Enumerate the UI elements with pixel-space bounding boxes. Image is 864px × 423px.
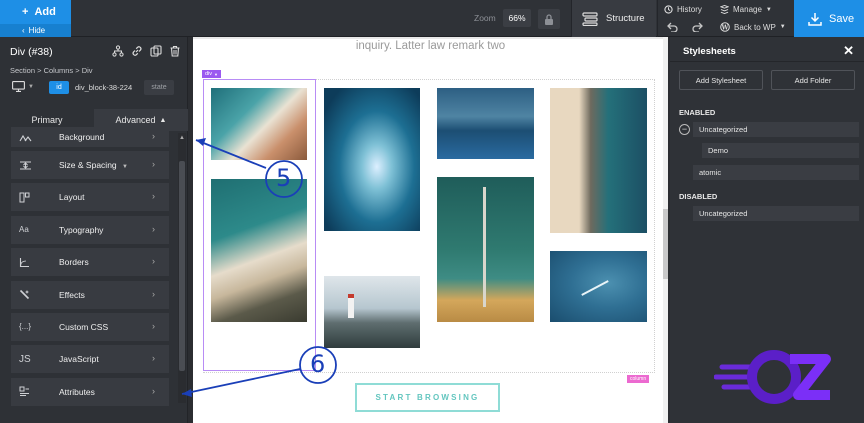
- annotation-6-arrow: [181, 368, 301, 397]
- annotation-overlay: [181, 138, 337, 397]
- annotation-5-arrow: [195, 138, 267, 169]
- annotation-step-6: 6: [310, 350, 326, 378]
- annotation-step-5: 5: [276, 164, 292, 192]
